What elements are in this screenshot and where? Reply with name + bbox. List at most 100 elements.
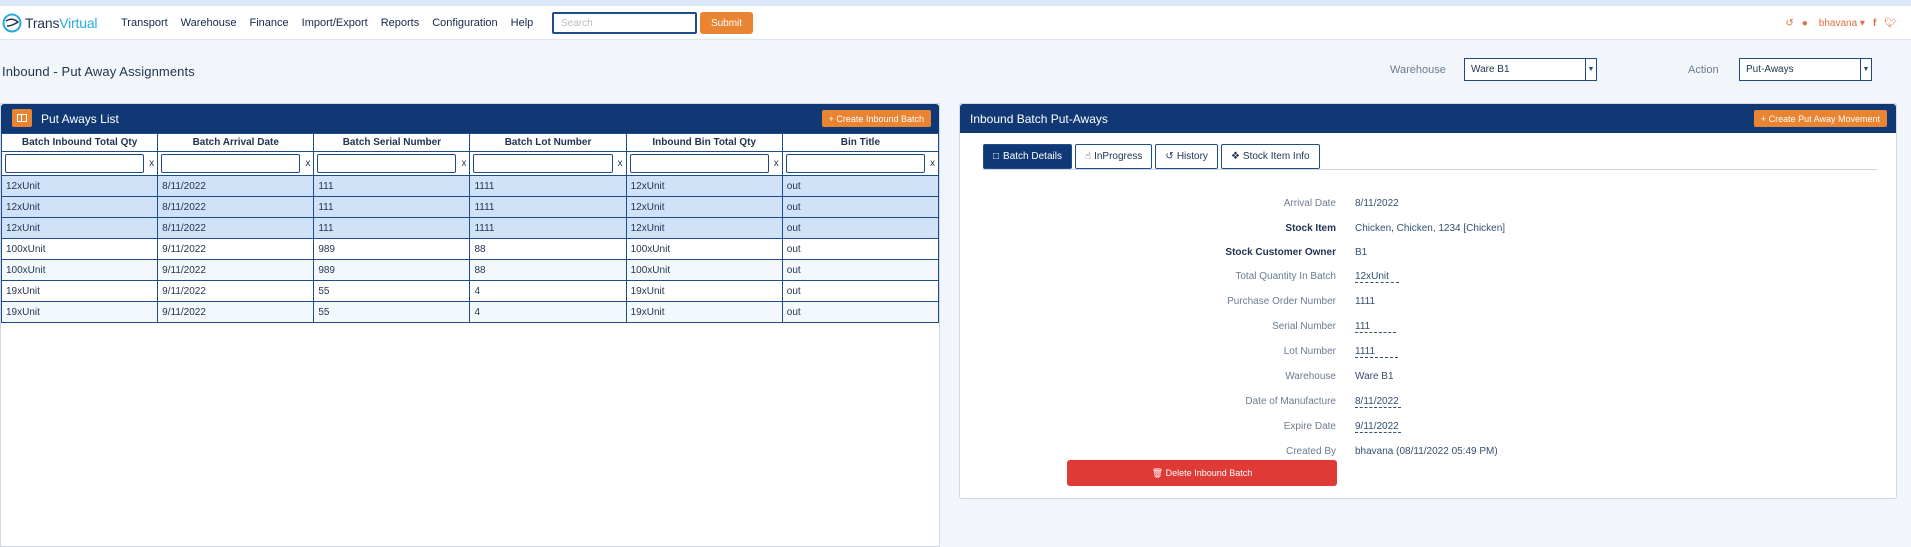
- detail-value-editable[interactable]: 1111: [1355, 346, 1399, 358]
- tab-history[interactable]: ↺ History: [1155, 144, 1218, 169]
- submit-button[interactable]: Submit: [700, 12, 753, 34]
- cell: 12xUnit: [625, 175, 783, 197]
- delete-inbound-batch-button[interactable]: 🗑︎ Delete Inbound Batch: [1067, 460, 1337, 486]
- cell: 55: [313, 301, 471, 323]
- nav-import-export[interactable]: Import/Export: [302, 17, 368, 29]
- detail-value-editable[interactable]: 111: [1355, 321, 1397, 333]
- cell: 989: [313, 238, 471, 260]
- detail-value: B1: [1355, 247, 1368, 258]
- detail-po: Purchase Order Number 1111: [960, 296, 1898, 310]
- logo-text: TransVirtual: [25, 15, 98, 31]
- tab-label: InProgress: [1094, 151, 1143, 162]
- filter-input[interactable]: [473, 154, 613, 173]
- cell: 88: [469, 238, 627, 260]
- detail-tabs: □ Batch Details ☝︎ InProgress ↺ History ❖ St…: [983, 144, 1323, 170]
- nav-reports[interactable]: Reports: [381, 17, 420, 29]
- detail-label: Arrival Date: [1283, 198, 1336, 209]
- cell: 12xUnit: [0, 175, 159, 197]
- table-row[interactable]: 19xUnit 9/11/2022 55 4 19xUnit out: [0, 280, 940, 302]
- filter-input[interactable]: [629, 154, 769, 173]
- create-put-away-movement-button[interactable]: + Create Put Away Movement: [1753, 110, 1887, 127]
- table-row[interactable]: 100xUnit 9/11/2022 989 88 100xUnit out: [0, 238, 940, 260]
- table-row[interactable]: 19xUnit 9/11/2022 55 4 19xUnit out: [0, 301, 940, 323]
- detail-serial: Serial Number 111: [960, 321, 1898, 335]
- user-icon: ●: [1801, 17, 1808, 29]
- filter-input[interactable]: [5, 154, 145, 173]
- filter-input[interactable]: [161, 154, 301, 173]
- user-menu[interactable]: bhavana ▾: [1811, 18, 1865, 29]
- clear-filter-icon[interactable]: x: [144, 158, 154, 169]
- detail-warehouse: Warehouse Ware B1: [960, 371, 1898, 385]
- detail-expire-date: Expire Date 9/11/2022: [960, 421, 1898, 435]
- col-inbound-bin-total-qty[interactable]: Inbound Bin Total Qty: [625, 133, 783, 152]
- detail-label: Created By: [1285, 446, 1336, 457]
- clear-filter-icon[interactable]: x: [769, 158, 779, 169]
- cell: 9/11/2022: [157, 238, 315, 260]
- cell: 4: [469, 301, 627, 323]
- nav-transport[interactable]: Transport: [121, 17, 168, 29]
- cell: 100xUnit: [625, 259, 783, 281]
- clear-filter-icon[interactable]: x: [456, 158, 466, 169]
- dropbox-icon: ❖: [1230, 151, 1240, 162]
- col-batch-lot-number[interactable]: Batch Lot Number: [469, 133, 627, 152]
- chevron-down-icon: ▼: [1860, 59, 1871, 80]
- cell: 111: [313, 217, 471, 239]
- col-batch-inbound-total-qty[interactable]: Batch Inbound Total Qty: [0, 133, 159, 152]
- cell: 1111: [469, 196, 627, 218]
- batch-put-aways-header: Inbound Batch Put-Aways + Create Put Awa…: [960, 104, 1896, 133]
- logo[interactable]: TransVirtual: [2, 13, 98, 33]
- col-batch-arrival-date[interactable]: Batch Arrival Date: [157, 133, 315, 152]
- nav-warehouse[interactable]: Warehouse: [181, 17, 237, 29]
- search-input[interactable]: [552, 12, 697, 34]
- detail-value-editable[interactable]: 9/11/2022: [1355, 421, 1401, 433]
- clear-filter-icon[interactable]: x: [300, 158, 310, 169]
- warehouse-select-value: Ware B1: [1471, 64, 1510, 75]
- tab-label: Batch Details: [1003, 151, 1062, 162]
- nav-finance[interactable]: Finance: [250, 17, 289, 29]
- create-inbound-batch-button[interactable]: + Create Inbound Batch: [821, 110, 931, 127]
- col-bin-title[interactable]: Bin Title: [781, 133, 940, 152]
- history-icon: ↺: [1165, 151, 1174, 162]
- tab-divider: [983, 169, 1877, 170]
- navbar: TransVirtual Transport Warehouse Finance…: [0, 6, 1911, 40]
- warehouse-label: Warehouse: [1390, 64, 1446, 76]
- cell: 19xUnit: [625, 301, 783, 323]
- cell: 12xUnit: [0, 196, 159, 218]
- filter-input[interactable]: [785, 154, 925, 173]
- nav-right: ↺ ● bhavana ▾ f 🐦︎: [1777, 6, 1897, 40]
- detail-value-editable[interactable]: 8/11/2022: [1355, 396, 1401, 408]
- cell: 8/11/2022: [157, 217, 315, 239]
- cell: 19xUnit: [0, 301, 159, 323]
- filter-cell: x: [313, 151, 471, 176]
- warehouse-select[interactable]: Ware B1 ▼: [1464, 58, 1597, 81]
- detail-label: Stock Customer Owner: [1225, 247, 1336, 258]
- cell: 1111: [469, 217, 627, 239]
- action-select[interactable]: Put-Aways ▼: [1739, 58, 1872, 81]
- table-row[interactable]: 12xUnit 8/11/2022 111 1111 12xUnit out: [0, 217, 940, 239]
- detail-label: Purchase Order Number: [1227, 296, 1336, 307]
- filter-input[interactable]: [317, 154, 457, 173]
- table-row[interactable]: 100xUnit 9/11/2022 989 88 100xUnit out: [0, 259, 940, 281]
- history-icon[interactable]: ↺: [1785, 18, 1793, 29]
- cell: 8/11/2022: [157, 175, 315, 197]
- clear-filter-icon[interactable]: x: [925, 158, 935, 169]
- cell: 12xUnit: [625, 196, 783, 218]
- twitter-icon[interactable]: 🐦︎: [1884, 18, 1897, 29]
- tab-stock-item-info[interactable]: ❖ Stock Item Info: [1220, 144, 1320, 169]
- trash-icon: 🗑︎: [1151, 467, 1166, 478]
- cell: 9/11/2022: [157, 301, 315, 323]
- nav-configuration[interactable]: Configuration: [432, 17, 497, 29]
- detail-value-editable[interactable]: 12xUnit: [1355, 271, 1399, 283]
- tab-label: Stock Item Info: [1242, 151, 1310, 162]
- facebook-icon[interactable]: f: [1873, 18, 1876, 29]
- detail-label: Total Quantity In Batch: [1235, 271, 1336, 282]
- table-row[interactable]: 12xUnit 8/11/2022 111 1111 12xUnit out: [0, 175, 940, 197]
- nav-help[interactable]: Help: [511, 17, 534, 29]
- tab-batch-details[interactable]: □ Batch Details: [983, 144, 1072, 169]
- cell: 111: [313, 175, 471, 197]
- tab-inprogress[interactable]: ☝︎ InProgress: [1074, 144, 1153, 169]
- table-row[interactable]: 12xUnit 8/11/2022 111 1111 12xUnit out: [0, 196, 940, 218]
- col-batch-serial-number[interactable]: Batch Serial Number: [313, 133, 471, 152]
- clear-filter-icon[interactable]: x: [613, 158, 623, 169]
- cell: out: [781, 301, 940, 323]
